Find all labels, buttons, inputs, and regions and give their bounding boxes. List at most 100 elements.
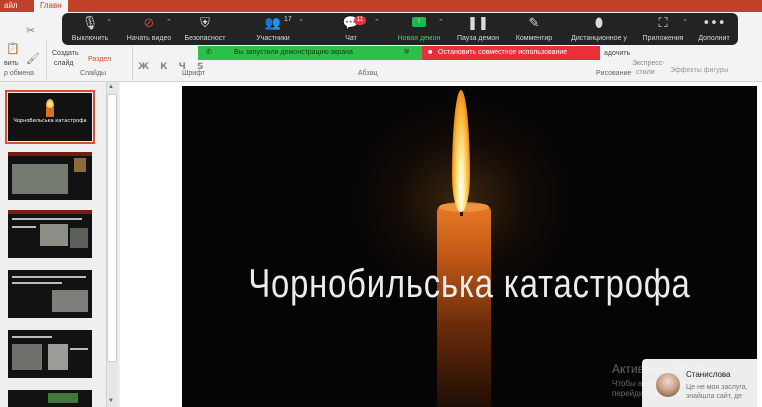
microphone-icon: 🎙 [81,16,99,31]
shield-icon: ⛨ [200,16,210,31]
tab-home[interactable]: Главн [34,0,68,12]
slide-thumbnail-3[interactable] [8,210,92,258]
ribbon-divider [46,40,47,80]
pause-share-label: Пауза демон [457,35,499,42]
zoom-toolbar: 🎙 ⌃ Выключить ⊘ ⌃ Начать видео ⛨ Безопас… [62,13,738,45]
mouse-icon: ⬮ [594,16,604,31]
slide-thumbnail-5[interactable] [8,330,92,378]
new-slide-button-line2[interactable]: слайд [54,60,73,67]
chevron-up-icon[interactable]: ⌃ [106,18,112,26]
group-clipboard: р обмена [4,70,35,77]
thumbnail-photo [48,344,68,370]
thumbnail-photo [48,393,78,403]
mute-button[interactable]: 🎙 ⌃ Выключить [62,13,118,45]
scroll-down-icon[interactable]: ▼ [108,398,114,404]
thumbnail-photo [12,164,68,194]
section-button[interactable]: Раздел [88,56,111,63]
chat-preview-text: Це не моя заслуга, знайшла сайт, де [686,384,748,400]
scroll-up-icon[interactable]: ▲ [108,84,114,90]
group-font: Шрифт [182,70,206,77]
thumbnail-photo [40,224,68,246]
chat-badge: 11 [354,16,366,25]
stop-share-label: Остановить совместное использование [438,49,568,56]
apps-icon: ⛶ [658,16,668,31]
stop-icon: ■ [428,49,433,56]
chevron-up-icon[interactable]: ⌃ [166,18,172,26]
slide-thumbnail-4[interactable] [8,270,92,318]
slide-thumbnail-6[interactable] [8,390,92,407]
participant-name: Станислова [686,370,731,379]
video-off-icon: ⊘ [143,16,155,31]
phone-icon: ✆ [206,49,212,56]
security-button[interactable]: ⛨ Безопасност [180,13,230,45]
thumbnail-photo [12,344,42,370]
express-styles-button[interactable]: Экспресс- [632,60,665,67]
new-share-label: Новая демон [397,35,441,42]
participants-count: 17 [284,16,292,23]
more-label: Дополнит [698,35,730,42]
format-painter-icon[interactable]: 🖌 [26,52,40,65]
thumbnail-text [12,336,52,338]
slide-thumbnail-2[interactable] [8,152,92,200]
paste-button[interactable]: вить [4,60,18,67]
thumbnail-photo [52,290,88,312]
pause-share-button[interactable]: ❚❚ Пауза демон [450,13,506,45]
security-label: Безопасност [184,35,226,42]
pause-icon: ❚❚ [467,16,489,31]
new-share-button[interactable]: ↑ ⌃ Новая демон [388,13,450,45]
thumbnail-text [12,276,86,278]
chevron-up-icon[interactable]: ⌃ [298,18,304,26]
participants-label: Участники [256,35,290,42]
pen-icon: ✎ [528,16,540,31]
express-styles-button-line2[interactable]: стили [636,69,655,76]
participant-video-tile[interactable]: Станислова Це не моя заслуга, знайшла са… [642,359,762,407]
chat-label: Чат [345,35,357,42]
participants-icon: 👥 [264,16,282,31]
mute-label: Выключить [71,35,109,42]
share-screen-icon: ↑ [412,17,426,27]
thumbnail-photo [70,228,88,248]
candle [46,108,54,117]
group-drawing: Рисование [596,70,632,77]
chevron-up-icon[interactable]: ⌃ [438,18,444,26]
thumbnail-title: Чорнобильська катастрофа [13,118,87,124]
remote-control-button[interactable]: ⬮ Дистанционное у [562,13,636,45]
scrollbar-thumb[interactable] [107,94,117,362]
thumbnail-text [70,348,88,350]
shield-check-icon: ⛨ [404,49,410,56]
more-button[interactable]: ••• Дополнит [690,13,738,45]
chevron-up-icon[interactable]: ⌃ [682,18,688,26]
thumbnail-text [12,282,62,284]
thumbnail-text [12,226,36,228]
new-slide-button[interactable]: Создать [52,50,79,57]
ribbon-divider [132,40,133,80]
more-icon: ••• [702,16,726,31]
thumbnail-text [12,218,82,220]
remote-control-label: Дистанционное у [571,35,627,42]
stop-share-button[interactable]: ■ Остановить совместное использование [422,46,600,60]
paste-icon[interactable]: 📋 [6,42,20,55]
thumbnail-header [8,210,92,214]
avatar [656,373,680,397]
chat-button[interactable]: 💬 11 ⌃ Чат [326,13,380,45]
participants-button[interactable]: 👥 17 ⌃ Участники [240,13,306,45]
arrange-button[interactable]: адочить [604,50,630,57]
thumbnail-header [8,152,92,156]
tab-file[interactable]: айл [4,1,18,10]
group-paragraph: Абзац [358,70,378,77]
chevron-up-icon[interactable]: ⌃ [374,18,380,26]
share-status-banner: ✆ Вы запустили демонстрацию экрана ⛨ [198,46,422,60]
group-slides: Слайды [80,70,107,77]
thumbnail-emblem [74,158,86,172]
share-status-text: Вы запустили демонстрацию экрана [234,49,353,56]
slide-thumbnail-1[interactable]: Чорнобильська катастрофа [5,90,95,144]
start-video-label: Начать видео [126,35,172,42]
annotate-button[interactable]: ✎ Комментир [506,13,562,45]
title-bar [0,0,762,12]
apps-label: Приложения [642,35,684,42]
scissors-icon[interactable]: ✂ [26,24,35,37]
start-video-button[interactable]: ⊘ ⌃ Начать видео [118,13,180,45]
slide-title[interactable]: Чорнобильська катастрофа [234,262,706,307]
shape-effects-button[interactable]: Эффекты фигуры [670,67,728,74]
apps-button[interactable]: ⛶ ⌃ Приложения [638,13,688,45]
